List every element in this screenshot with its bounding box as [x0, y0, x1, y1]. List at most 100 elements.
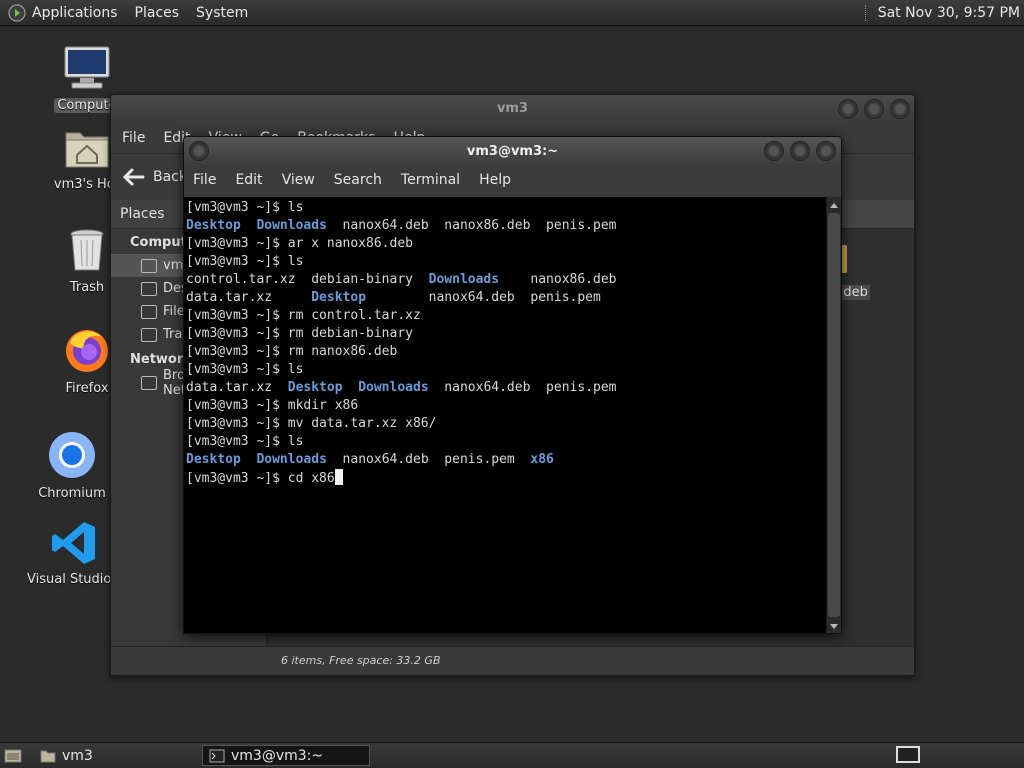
terminal-text: [vm3@vm3 ~]$ mv data.tar.xz x86/	[186, 416, 437, 431]
scroll-down-arrow-icon[interactable]	[830, 624, 838, 629]
terminal-line: [vm3@vm3 ~]$ ls	[186, 199, 827, 217]
taskbar-item-file-manager[interactable]: vm3	[34, 745, 198, 766]
terminal-window[interactable]: vm3@vm3:~ File Edit View Search Terminal…	[183, 136, 842, 634]
show-desktop-icon	[4, 749, 22, 762]
directory-name: Desktop	[311, 290, 367, 305]
menu-edit[interactable]: Edit	[235, 172, 262, 188]
window-menu-button[interactable]	[189, 141, 209, 161]
taskbar-item-label: vm3@vm3:~	[231, 747, 324, 764]
scrollbar-thumb[interactable]	[828, 213, 840, 617]
menu-search[interactable]: Search	[334, 172, 382, 188]
close-button[interactable]	[816, 141, 836, 161]
workspace-switcher[interactable]	[896, 746, 920, 763]
file-manager-titlebar[interactable]: vm3	[111, 95, 914, 123]
terminal-text: [vm3@vm3 ~]$ rm nanox86.deb	[186, 344, 398, 359]
terminal-text: [vm3@vm3 ~]$ ls	[186, 434, 304, 449]
directory-name: Desktop	[186, 218, 241, 233]
top-panel: Applications Places System Sat Nov 30, 9…	[0, 0, 1024, 26]
terminal-line: [vm3@vm3 ~]$ rm nanox86.deb	[186, 343, 827, 361]
terminal-lines: [vm3@vm3 ~]$ ls Desktop Downloads nanox64…	[186, 199, 827, 469]
maximize-button[interactable]	[790, 141, 810, 161]
terminal-text: control.tar.xz debian-binary	[186, 272, 429, 287]
terminal-line: [vm3@vm3 ~]$ ls	[186, 433, 827, 451]
back-button[interactable]: Back	[123, 168, 187, 186]
close-button[interactable]	[890, 99, 910, 119]
terminal-menubar: File Edit View Search Terminal Help	[184, 165, 841, 195]
terminal-text: [vm3@vm3 ~]$ mkdir x86	[186, 398, 359, 413]
computer-icon	[64, 46, 110, 89]
terminal-text: data.tar.xz	[186, 380, 288, 395]
menu-help[interactable]: Help	[479, 172, 511, 188]
places-menu[interactable]: Places	[135, 5, 180, 21]
terminal-line: [vm3@vm3 ~]$ rm debian-binary	[186, 325, 827, 343]
desktop-icon-label: Trash	[69, 280, 105, 295]
command-input: [vm3@vm3 ~]$ cd x86	[186, 471, 335, 486]
system-menu[interactable]: System	[196, 5, 248, 21]
terminal-text: nanox64.deb penis.pem	[326, 452, 531, 467]
menu-terminal[interactable]: Terminal	[401, 172, 460, 188]
home-folder-icon	[65, 132, 109, 168]
terminal-scrollbar[interactable]	[826, 197, 841, 633]
show-desktop-button[interactable]	[2, 745, 24, 766]
desktop-icon	[141, 281, 157, 296]
terminal-line: control.tar.xz debian-binary Downloads n…	[186, 271, 827, 289]
desktop-icon-vscode[interactable]: Visual Studio Co	[24, 520, 133, 587]
terminal-text: [vm3@vm3 ~]$ rm debian-binary	[186, 326, 413, 341]
terminal-line: [vm3@vm3 ~]$ mv data.tar.xz x86/	[186, 415, 827, 433]
terminal-line: [vm3@vm3 ~]$ ls	[186, 361, 827, 379]
minimize-button[interactable]	[838, 99, 858, 119]
bottom-panel: vm3 vm3@vm3:~	[0, 742, 1024, 768]
folder-icon	[40, 750, 56, 762]
terminal-line: [vm3@vm3 ~]$ ar x nanox86.deb	[186, 235, 827, 253]
applications-menu[interactable]: Applications	[32, 5, 118, 21]
terminal-text: nanox86.deb	[499, 272, 617, 287]
gnome-foot-icon[interactable]	[8, 3, 26, 22]
terminal-text: nanox64.deb penis.pem	[428, 380, 617, 395]
trash-icon	[141, 327, 157, 342]
terminal-text: [vm3@vm3 ~]$ ls	[186, 362, 304, 377]
firefox-icon	[66, 330, 108, 372]
panel-separator	[864, 4, 868, 21]
terminal-text: nanox64.deb penis.pem	[366, 290, 601, 305]
clock[interactable]: Sat Nov 30, 9:57 PM	[878, 5, 1020, 21]
terminal-line: Desktop Downloads nanox64.deb nanox86.de…	[186, 217, 827, 235]
vscode-icon	[52, 522, 95, 564]
window-controls	[764, 141, 836, 161]
terminal-line: [vm3@vm3 ~]$ mkdir x86	[186, 397, 827, 415]
home-icon	[141, 258, 157, 273]
taskbar-item-terminal[interactable]: vm3@vm3:~	[202, 745, 370, 766]
terminal-text: [vm3@vm3 ~]$ ls	[186, 200, 304, 215]
terminal-text: [vm3@vm3 ~]$ ar x nanox86.deb	[186, 236, 413, 251]
terminal-text: nanox64.deb nanox86.deb penis.pem	[326, 218, 617, 233]
scroll-up-arrow-icon[interactable]	[830, 203, 838, 208]
clock-area: Sat Nov 30, 9:57 PM	[864, 0, 1020, 25]
terminal-line: data.tar.xz Desktop nanox64.deb penis.pe…	[186, 289, 827, 307]
terminal-line: [vm3@vm3 ~]$ ls	[186, 253, 827, 271]
terminal-text: data.tar.xz	[186, 290, 312, 305]
taskbar-item-label: vm3	[62, 747, 93, 764]
window-controls	[838, 99, 910, 119]
directory-name: Desktop	[287, 380, 343, 395]
terminal-input-line[interactable]: [vm3@vm3 ~]$ cd x86	[186, 469, 827, 487]
menu-file[interactable]: File	[193, 172, 216, 188]
maximize-button[interactable]	[864, 99, 884, 119]
trash-icon	[70, 229, 104, 271]
terminal-output[interactable]: [vm3@vm3 ~]$ ls Desktop Downloads nanox64…	[184, 197, 827, 633]
terminal-titlebar[interactable]: vm3@vm3:~	[184, 137, 841, 165]
menu-file[interactable]: File	[122, 130, 145, 146]
desktop-icon-label: Firefox	[65, 381, 109, 396]
terminal-cursor	[334, 469, 343, 485]
menu-view[interactable]: View	[282, 172, 315, 188]
drive-icon	[141, 304, 157, 319]
file-manager-statusbar: 6 items, Free space: 33.2 GB	[111, 646, 914, 675]
desktop-icon-chromium[interactable]: Chromium	[22, 430, 122, 501]
window-title: vm3	[496, 101, 529, 116]
minimize-button[interactable]	[764, 141, 784, 161]
directory-name: Downloads	[256, 452, 327, 467]
directory-name: Downloads	[428, 272, 500, 287]
directory-name: Downloads	[358, 380, 429, 395]
back-label: Back	[153, 169, 187, 185]
